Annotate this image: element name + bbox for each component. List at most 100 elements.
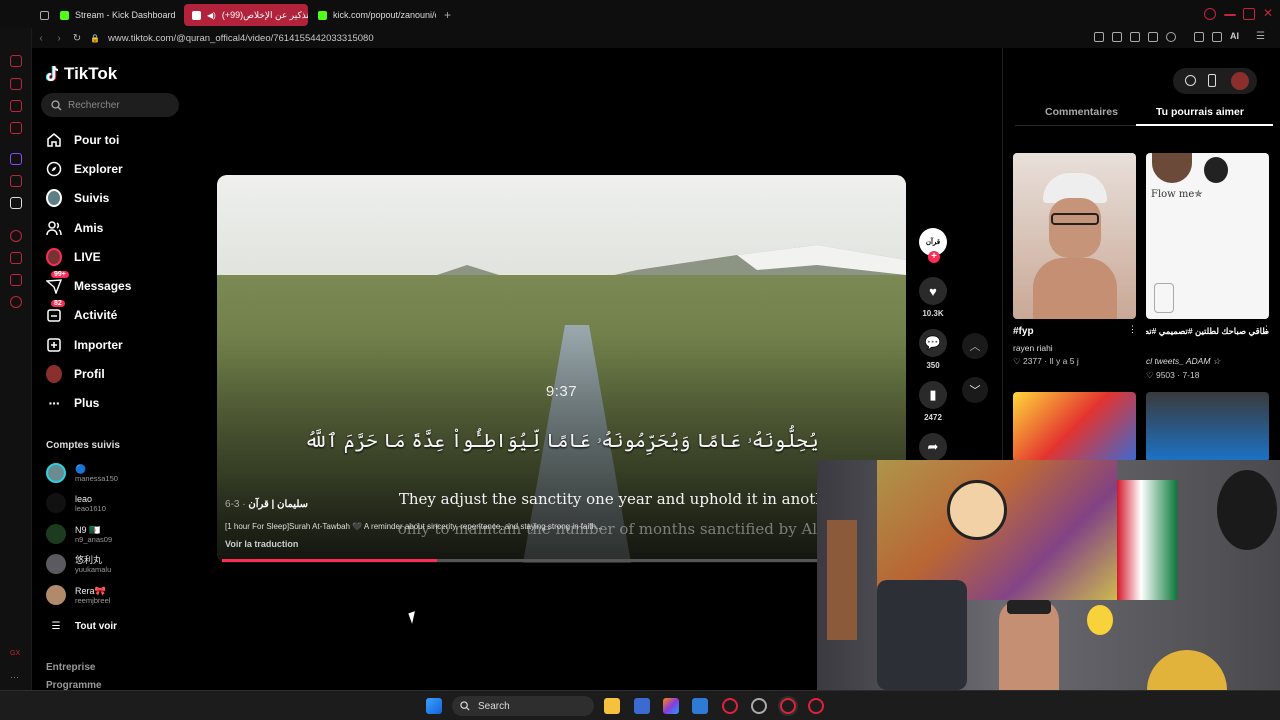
nav-activite[interactable]: 82 Activité	[46, 300, 117, 328]
calculator-icon[interactable]	[692, 698, 708, 714]
next-video-button[interactable]: ﹀	[962, 377, 988, 403]
maximize-icon[interactable]	[1243, 8, 1255, 20]
forward-icon[interactable]: ›	[50, 33, 68, 44]
messenger-icon[interactable]	[10, 100, 22, 112]
pin-icon[interactable]	[10, 274, 22, 286]
creator-avatar[interactable]: قرآن +	[915, 228, 951, 263]
comment-button[interactable]: 💬 350	[915, 329, 951, 370]
nav-pour-toi[interactable]: Pour toi	[46, 127, 119, 153]
video-thumbnail[interactable]	[1013, 153, 1136, 319]
opera-gx-icon[interactable]	[808, 698, 824, 714]
heart-icon[interactable]	[1166, 32, 1176, 42]
comment-icon: 💬	[919, 329, 947, 357]
speaker-icon[interactable]: ◀)	[207, 11, 216, 20]
card-title[interactable]: #fyp	[1013, 326, 1136, 337]
tab-kick-dashboard[interactable]: Stream - Kick Dashboard	[52, 4, 177, 26]
see-all-link[interactable]: ☰ Tout voir	[46, 612, 118, 640]
kick-icon	[318, 10, 327, 20]
reload-icon[interactable]: ↻	[68, 33, 86, 44]
nav-importer[interactable]: Importer	[46, 332, 123, 358]
following-account[interactable]: 🔵 manessa150	[46, 459, 118, 487]
tab-you-may-like[interactable]: Tu pourrais aimer	[1156, 106, 1244, 118]
card-title[interactable]: طاقي صباحك لطلتين #تصميمي #تصميم فيديوها…	[1146, 326, 1269, 337]
account-icon[interactable]	[1194, 32, 1204, 42]
tiktok-sidebar: TikTok Rechercher Pour toi Explorer Suiv…	[32, 48, 182, 691]
ai-assistant-icon[interactable]	[10, 78, 22, 90]
tab-kick-popout[interactable]: kick.com/popout/zanouni/c	[310, 4, 436, 26]
copilot-icon[interactable]	[663, 698, 679, 714]
following-account[interactable]: N9 🇩🇿 n9_anas09	[46, 520, 112, 548]
footer-link-entreprise[interactable]: Entreprise	[46, 662, 95, 673]
block-icon[interactable]	[1130, 32, 1140, 42]
screenshot-icon[interactable]	[1112, 32, 1122, 42]
url-field[interactable]: www.tiktok.com/@quran_offical4/video/761…	[108, 33, 374, 44]
avatar	[46, 463, 66, 483]
play-icon[interactable]	[1148, 32, 1158, 42]
card-more-icon[interactable]: ⋮	[1128, 324, 1137, 335]
nav-live[interactable]: LIVE	[46, 244, 101, 270]
twitch-icon[interactable]	[10, 153, 22, 165]
nav-amis[interactable]: Amis	[46, 215, 103, 241]
address-bar: ‹ › ↻ 🔒 www.tiktok.com/@quran_offical4/v…	[32, 28, 1280, 48]
chevron-down-icon: ﹀	[969, 385, 981, 397]
compass-icon[interactable]	[1185, 75, 1196, 86]
video-author[interactable]: سليمان | قرآن · 3-6	[225, 499, 308, 510]
ai-button[interactable]: AI	[1230, 31, 1239, 41]
follow-plus-icon[interactable]: +	[928, 251, 940, 263]
card-author[interactable]: rayen riahi	[1013, 343, 1136, 353]
video-player[interactable]: 9:37 يُحِلُّونَهُۥ عَامًا وَيُحَرِّمُونَ…	[217, 175, 906, 563]
video-progress-bar[interactable]	[222, 559, 818, 562]
x-twitter-icon[interactable]	[10, 197, 22, 209]
nav-messages[interactable]: 99+ Messages	[46, 271, 131, 299]
history-icon[interactable]	[10, 55, 22, 67]
clock-icon[interactable]	[10, 252, 22, 264]
taskbar-search[interactable]: Search	[452, 696, 594, 716]
messages-icon: 99+	[46, 271, 69, 294]
tab-tiktok[interactable]: ◀) (+99)تذكير عن الإخلاص ♪	[184, 4, 308, 26]
file-explorer-icon[interactable]	[604, 698, 620, 714]
account-handle: n9_anas09	[75, 534, 113, 544]
tab-comments[interactable]: Commentaires	[1045, 106, 1118, 118]
player-icon[interactable]	[10, 230, 22, 242]
settings-icon[interactable]	[10, 296, 22, 308]
menu-icon[interactable]: ☰	[1256, 32, 1266, 42]
save-button[interactable]: ▮ 2472	[915, 381, 951, 422]
close-icon[interactable]: ✕	[1263, 7, 1275, 20]
see-translation-link[interactable]: Voir la traduction	[225, 539, 298, 549]
share-button[interactable]: ➦	[915, 433, 951, 461]
settings-icon[interactable]	[751, 698, 767, 714]
nav-suivis[interactable]: Suivis	[46, 185, 109, 211]
more-dots-icon[interactable]: ···	[10, 672, 22, 684]
download-icon[interactable]	[1212, 32, 1222, 42]
nav-explorer[interactable]: Explorer	[46, 156, 123, 182]
percent-icon[interactable]	[10, 175, 22, 187]
device-icon[interactable]	[1208, 74, 1216, 87]
like-button[interactable]: ♥ 10.3K	[915, 277, 951, 318]
store-icon[interactable]	[634, 698, 650, 714]
following-account[interactable]: 悠利丸 yuukamalu	[46, 550, 111, 578]
opera-gx-icon[interactable]	[780, 698, 796, 714]
nav-profil[interactable]: Profil	[46, 361, 105, 387]
card-author[interactable]: cl tweets_ ADAM ☆	[1146, 356, 1269, 367]
nav-plus[interactable]: ··· Plus	[46, 390, 100, 416]
video-thumbnail[interactable]: Flow me✯	[1146, 153, 1269, 319]
windows-start-icon[interactable]	[426, 698, 442, 714]
tiktok-logo[interactable]: TikTok	[45, 64, 117, 84]
following-account[interactable]: Rera🎀 reemjbreel	[46, 581, 110, 609]
gx-icon[interactable]: GX	[10, 650, 22, 662]
mail-icon[interactable]	[10, 122, 22, 134]
bookmark-tag-icon[interactable]	[1094, 32, 1104, 42]
user-avatar[interactable]	[1231, 72, 1249, 90]
opera-icon[interactable]	[722, 698, 738, 714]
search-tabs-icon[interactable]	[1204, 8, 1216, 20]
previous-video-button[interactable]: ︿	[962, 333, 988, 359]
video-thumbnail[interactable]	[1013, 392, 1136, 462]
nav-label: Pour toi	[74, 133, 120, 147]
new-tab-button[interactable]: +	[436, 4, 456, 26]
back-icon[interactable]: ‹	[32, 33, 50, 44]
video-thumbnail[interactable]	[1146, 392, 1269, 462]
card-more-icon[interactable]: ⋮	[1262, 324, 1271, 335]
following-account[interactable]: leao leao1610	[46, 489, 106, 517]
search-input[interactable]: Rechercher	[41, 93, 179, 117]
minimize-icon[interactable]	[1224, 14, 1236, 16]
